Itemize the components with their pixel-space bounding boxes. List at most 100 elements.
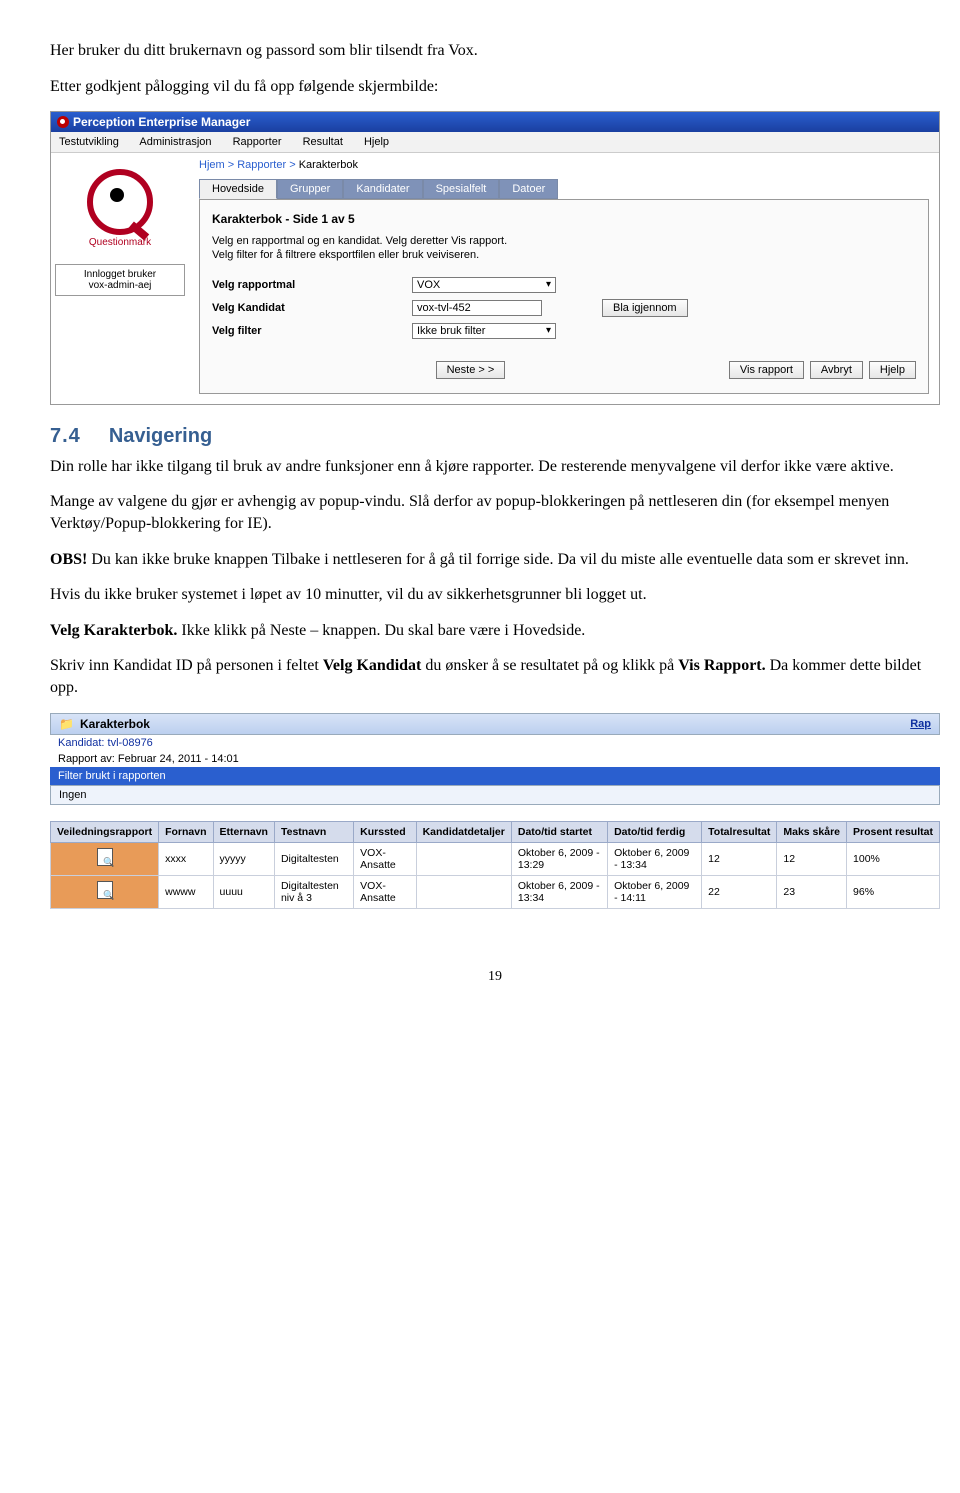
- cell-maks: 23: [777, 875, 847, 908]
- cell-start: Oktober 6, 2009 - 13:29: [511, 842, 607, 875]
- label-kandidat: Velg Kandidat: [212, 302, 412, 314]
- cell-total: 22: [702, 875, 777, 908]
- kb-title: Karakterbok: [80, 717, 150, 731]
- th-totalresultat: Totalresultat: [702, 821, 777, 842]
- input-kandidat[interactable]: vox-tvl-452: [412, 300, 542, 316]
- breadcrumb: Hjem > Rapporter > Karakterbok: [189, 153, 939, 179]
- help-button[interactable]: Hjelp: [869, 361, 916, 379]
- cell-kurs: VOX-Ansatte: [354, 875, 416, 908]
- menu-testutvikling[interactable]: Testutvikling: [59, 136, 119, 148]
- para-8d: Vis Rapport.: [678, 657, 765, 674]
- para-5-text: Du kan ikke bruke knappen Tilbake i nett…: [87, 551, 909, 568]
- panel-desc-2: Velg filter for å filtrere eksportfilen …: [212, 248, 916, 262]
- page-number: 19: [50, 969, 940, 985]
- app-icon: [57, 116, 69, 128]
- th-etternavn: Etternavn: [213, 821, 274, 842]
- tab-grupper[interactable]: Grupper: [277, 179, 343, 199]
- th-testnavn: Testnavn: [274, 821, 353, 842]
- menu-rapporter[interactable]: Rapporter: [233, 136, 282, 148]
- para-8b: Velg Kandidat: [323, 657, 422, 674]
- panel-description: Velg en rapportmal og en kandidat. Velg …: [212, 234, 916, 263]
- panel: Karakterbok - Side 1 av 5 Velg en rappor…: [199, 199, 929, 394]
- table-row: wwww uuuu Digitaltesten niv å 3 VOX-Ansa…: [51, 875, 940, 908]
- cell-prosent: 100%: [847, 842, 940, 875]
- section-number: 7.4: [50, 425, 81, 447]
- logo-label: Questionmark: [55, 237, 185, 248]
- menu-administrasjon[interactable]: Administrasjon: [139, 136, 211, 148]
- cancel-button[interactable]: Avbryt: [810, 361, 863, 379]
- report-icon-cell[interactable]: [51, 842, 159, 875]
- para-8a: Skriv inn Kandidat ID på personen i felt…: [50, 657, 323, 674]
- result-table: Veiledningsrapport Fornavn Etternavn Tes…: [50, 821, 940, 909]
- cell-slutt: Oktober 6, 2009 - 14:11: [608, 875, 702, 908]
- cell-test: Digitaltesten niv å 3: [274, 875, 353, 908]
- report-icon: [97, 848, 113, 866]
- next-button[interactable]: Neste > >: [436, 361, 506, 379]
- para-8c: du ønsker å se resultatet på og klikk på: [421, 657, 678, 674]
- tab-datoer[interactable]: Datoer: [499, 179, 558, 199]
- para-7: Velg Karakterbok. Ikke klikk på Neste – …: [50, 620, 940, 642]
- section-title-text: Navigering: [109, 425, 212, 447]
- cell-detaljer: [416, 842, 511, 875]
- cell-maks: 12: [777, 842, 847, 875]
- th-prosent: Prosent resultat: [847, 821, 940, 842]
- th-start: Dato/tid startet: [511, 821, 607, 842]
- para-4: Mange av valgene du gjør er avhengig av …: [50, 491, 940, 534]
- window-title: Perception Enterprise Manager: [73, 115, 250, 129]
- th-maks: Maks skåre: [777, 821, 847, 842]
- intro-line-1: Her bruker du ditt brukernavn og passord…: [50, 40, 940, 62]
- user-value: vox-admin-aej: [58, 280, 182, 291]
- label-filter: Velg filter: [212, 325, 412, 337]
- tabs: Hovedside Grupper Kandidater Spesialfelt…: [189, 179, 939, 199]
- show-report-button[interactable]: Vis rapport: [729, 361, 804, 379]
- section-heading: 7.4 Navigering: [50, 425, 940, 448]
- tab-kandidater[interactable]: Kandidater: [343, 179, 422, 199]
- sidebar: Questionmark Innlogget bruker vox-admin-…: [51, 153, 189, 404]
- table-row: xxxx yyyyy Digitaltesten VOX-Ansatte Okt…: [51, 842, 940, 875]
- select-filter[interactable]: Ikke bruk filter: [412, 323, 556, 339]
- th-veiledning: Veiledningsrapport: [51, 821, 159, 842]
- obs-label: OBS!: [50, 551, 87, 568]
- tab-hovedside[interactable]: Hovedside: [199, 179, 277, 199]
- filter-value: Ingen: [50, 785, 940, 805]
- kb-titlebar: 📁 Karakterbok Rap: [50, 713, 940, 735]
- report-icon-cell[interactable]: [51, 875, 159, 908]
- questionmark-logo: [87, 169, 153, 235]
- user-label: Innlogget bruker: [58, 269, 182, 280]
- rap-link[interactable]: Rap: [910, 718, 931, 730]
- kb-meta-rapportav: Rapport av: Februar 24, 2011 - 14:01: [50, 751, 940, 767]
- cell-test: Digitaltesten: [274, 842, 353, 875]
- report-icon: [97, 881, 113, 899]
- cell-fornavn: xxxx: [159, 842, 213, 875]
- cell-fornavn: wwww: [159, 875, 213, 908]
- cell-start: Oktober 6, 2009 - 13:34: [511, 875, 607, 908]
- para-7-text: Ikke klikk på Neste – knappen. Du skal b…: [177, 622, 585, 639]
- tab-spesialfelt[interactable]: Spesialfelt: [423, 179, 500, 199]
- karakterbok-screenshot: 📁 Karakterbok Rap Kandidat: tvl-08976 Ra…: [50, 713, 940, 909]
- folder-icon: 📁: [59, 717, 74, 731]
- para-8: Skriv inn Kandidat ID på personen i felt…: [50, 655, 940, 698]
- cell-etternavn: yyyyy: [213, 842, 274, 875]
- kandidat-label: Kandidat:: [58, 737, 104, 749]
- breadcrumb-hjem[interactable]: Hjem: [199, 159, 225, 171]
- cell-prosent: 96%: [847, 875, 940, 908]
- cell-detaljer: [416, 875, 511, 908]
- menu-hjelp[interactable]: Hjelp: [364, 136, 389, 148]
- select-rapportmal[interactable]: VOX: [412, 277, 556, 293]
- panel-desc-1: Velg en rapportmal og en kandidat. Velg …: [212, 234, 916, 248]
- th-fornavn: Fornavn: [159, 821, 213, 842]
- browse-button[interactable]: Bla igjennom: [602, 299, 688, 317]
- panel-title: Karakterbok - Side 1 av 5: [212, 212, 916, 226]
- cell-etternavn: uuuu: [213, 875, 274, 908]
- cell-total: 12: [702, 842, 777, 875]
- para-5: OBS! Du kan ikke bruke knappen Tilbake i…: [50, 549, 940, 571]
- pem-screenshot: Perception Enterprise Manager Testutvikl…: [50, 111, 940, 405]
- menu-resultat[interactable]: Resultat: [303, 136, 343, 148]
- breadcrumb-rapporter[interactable]: Rapporter: [237, 159, 286, 171]
- th-kandidatdetaljer: Kandidatdetaljer: [416, 821, 511, 842]
- filter-title-bar: Filter brukt i rapporten: [50, 767, 940, 785]
- label-rapportmal: Velg rapportmal: [212, 279, 412, 291]
- window-titlebar: Perception Enterprise Manager: [51, 112, 939, 132]
- kandidat-value: tvl-08976: [108, 737, 153, 749]
- velg-karakterbok: Velg Karakterbok.: [50, 622, 177, 639]
